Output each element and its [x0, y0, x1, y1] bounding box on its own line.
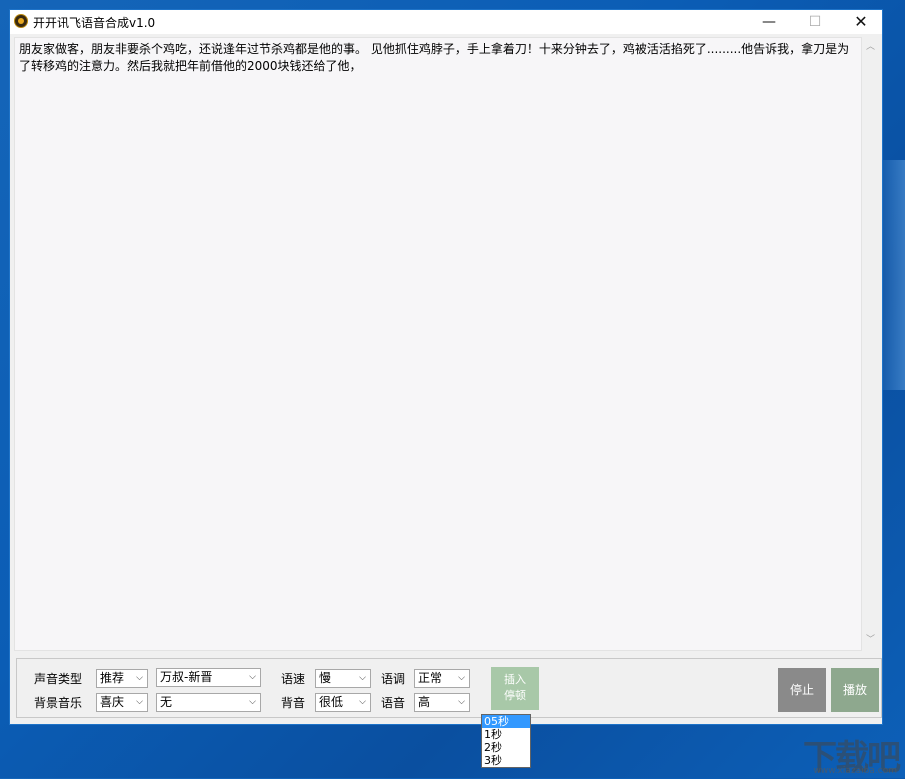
- chevron-down-icon: ⌵: [249, 697, 256, 707]
- pause-option[interactable]: 05秒: [482, 715, 530, 728]
- chevron-down-icon: ⌵: [136, 697, 143, 707]
- speed-select[interactable]: 慢 ⌵: [315, 669, 371, 688]
- watermark-url: www.xiazaiba.com: [813, 766, 897, 776]
- voice-volume-label: 语音: [381, 696, 406, 710]
- pause-option[interactable]: 2秒: [482, 741, 530, 754]
- voice-type-value: 推荐: [100, 671, 125, 685]
- voice-type-select[interactable]: 推荐 ⌵: [96, 669, 148, 688]
- minimize-button[interactable]: —: [746, 10, 792, 34]
- app-icon: [14, 14, 28, 28]
- voice-volume-select[interactable]: 高 ⌵: [414, 693, 470, 712]
- chevron-down-icon: ⌵: [359, 673, 366, 683]
- insert-pause-button[interactable]: 插入 停顿: [491, 667, 539, 710]
- insert-pause-label-1: 插入: [504, 673, 526, 686]
- voice-volume-value: 高: [418, 695, 431, 709]
- play-button[interactable]: 播放: [831, 668, 879, 712]
- chevron-down-icon: ⌵: [359, 697, 366, 707]
- bgm-style-value: 喜庆: [100, 695, 125, 709]
- scroll-down-icon[interactable]: ﹀: [862, 632, 879, 649]
- bg-volume-label: 背音: [281, 696, 306, 710]
- voice-name-select[interactable]: 万叔-新晋 ⌵: [156, 668, 261, 687]
- pause-option[interactable]: 1秒: [482, 728, 530, 741]
- site-watermark: 下载吧 www.xiazaiba.com: [801, 730, 901, 778]
- app-window: 开开讯飞语音合成v1.0 — ☐ ✕ 朋友家做客，朋友非要杀个鸡吃，还说逢年过节…: [9, 9, 883, 725]
- bgm-label: 背景音乐: [34, 696, 83, 710]
- insert-pause-label-2: 停顿: [504, 689, 526, 702]
- bgm-style-select[interactable]: 喜庆 ⌵: [96, 693, 148, 712]
- speed-value: 慢: [319, 671, 332, 685]
- bgm-track-select[interactable]: 无 ⌵: [156, 693, 261, 712]
- pitch-label: 语调: [381, 672, 406, 686]
- chevron-down-icon: ⌵: [458, 697, 465, 707]
- close-button[interactable]: ✕: [838, 10, 884, 34]
- bg-volume-select[interactable]: 很低 ⌵: [315, 693, 371, 712]
- text-editor[interactable]: 朋友家做客，朋友非要杀个鸡吃，还说逢年过节杀鸡都是他的事。 见他抓住鸡脖子，手上…: [14, 37, 862, 651]
- maximize-button[interactable]: ☐: [792, 10, 838, 34]
- pitch-select[interactable]: 正常 ⌵: [414, 669, 470, 688]
- pause-option[interactable]: 3秒: [482, 754, 530, 767]
- stop-button[interactable]: 停止: [778, 668, 826, 712]
- chevron-down-icon: ⌵: [136, 673, 143, 683]
- settings-panel: 声音类型 推荐 ⌵ 万叔-新晋 ⌵ 背景音乐 喜庆 ⌵ 无 ⌵ 语速 慢 ⌵ 语…: [16, 658, 882, 718]
- bg-volume-value: 很低: [319, 695, 344, 709]
- window-title: 开开讯飞语音合成v1.0: [33, 16, 156, 30]
- vertical-scrollbar[interactable]: ︿ ﹀: [862, 37, 879, 651]
- pause-duration-dropdown[interactable]: 05秒 1秒 2秒 3秒: [481, 714, 531, 768]
- title-bar: 开开讯飞语音合成v1.0 — ☐ ✕: [10, 10, 882, 34]
- chevron-down-icon: ⌵: [458, 673, 465, 683]
- pitch-value: 正常: [418, 671, 443, 685]
- bgm-track-value: 无: [160, 695, 173, 709]
- scroll-up-icon[interactable]: ︿: [862, 39, 879, 56]
- voice-type-label: 声音类型: [34, 672, 83, 686]
- chevron-down-icon: ⌵: [249, 672, 256, 682]
- voice-name-value: 万叔-新晋: [160, 670, 213, 684]
- speed-label: 语速: [281, 672, 306, 686]
